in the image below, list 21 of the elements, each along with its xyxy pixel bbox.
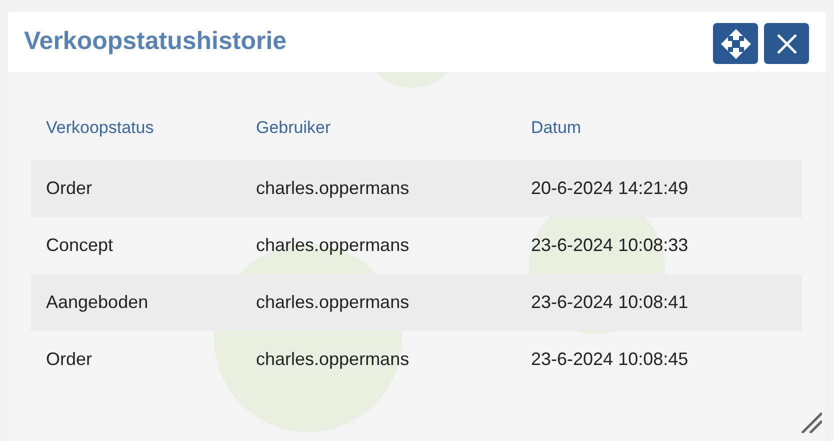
table-cell-text: charles.oppermans <box>256 348 410 371</box>
move-icon <box>720 28 752 60</box>
table-cell-text: 23-6-2024 10:08:33 <box>531 234 688 257</box>
table-cell-text: charles.oppermans <box>256 234 410 257</box>
table-cell-text: Order <box>45 177 94 200</box>
table-cell-text: Aangeboden <box>45 291 150 314</box>
close-button[interactable] <box>764 23 809 64</box>
column-header[interactable]: Verkoopstatus <box>31 115 256 141</box>
dialog-title: Verkoopstatushistorie <box>24 26 287 58</box>
table-cell-text: Concept <box>45 234 114 257</box>
move-button[interactable] <box>713 23 758 64</box>
table-cell-text: 23-6-2024 10:08:45 <box>531 348 688 371</box>
table-cell-text: charles.oppermans <box>256 291 410 314</box>
table-cell-text: 20-6-2024 14:21:49 <box>531 177 688 200</box>
table-cell-text: charles.oppermans <box>256 177 410 200</box>
resize-grip-icon <box>800 411 822 433</box>
table-cell-text: Order <box>45 348 94 371</box>
column-header[interactable]: Datum <box>531 115 582 141</box>
column-header[interactable]: Gebruiker <box>256 115 531 141</box>
close-icon <box>776 32 798 54</box>
table-cell-text: 23-6-2024 10:08:41 <box>531 291 688 314</box>
